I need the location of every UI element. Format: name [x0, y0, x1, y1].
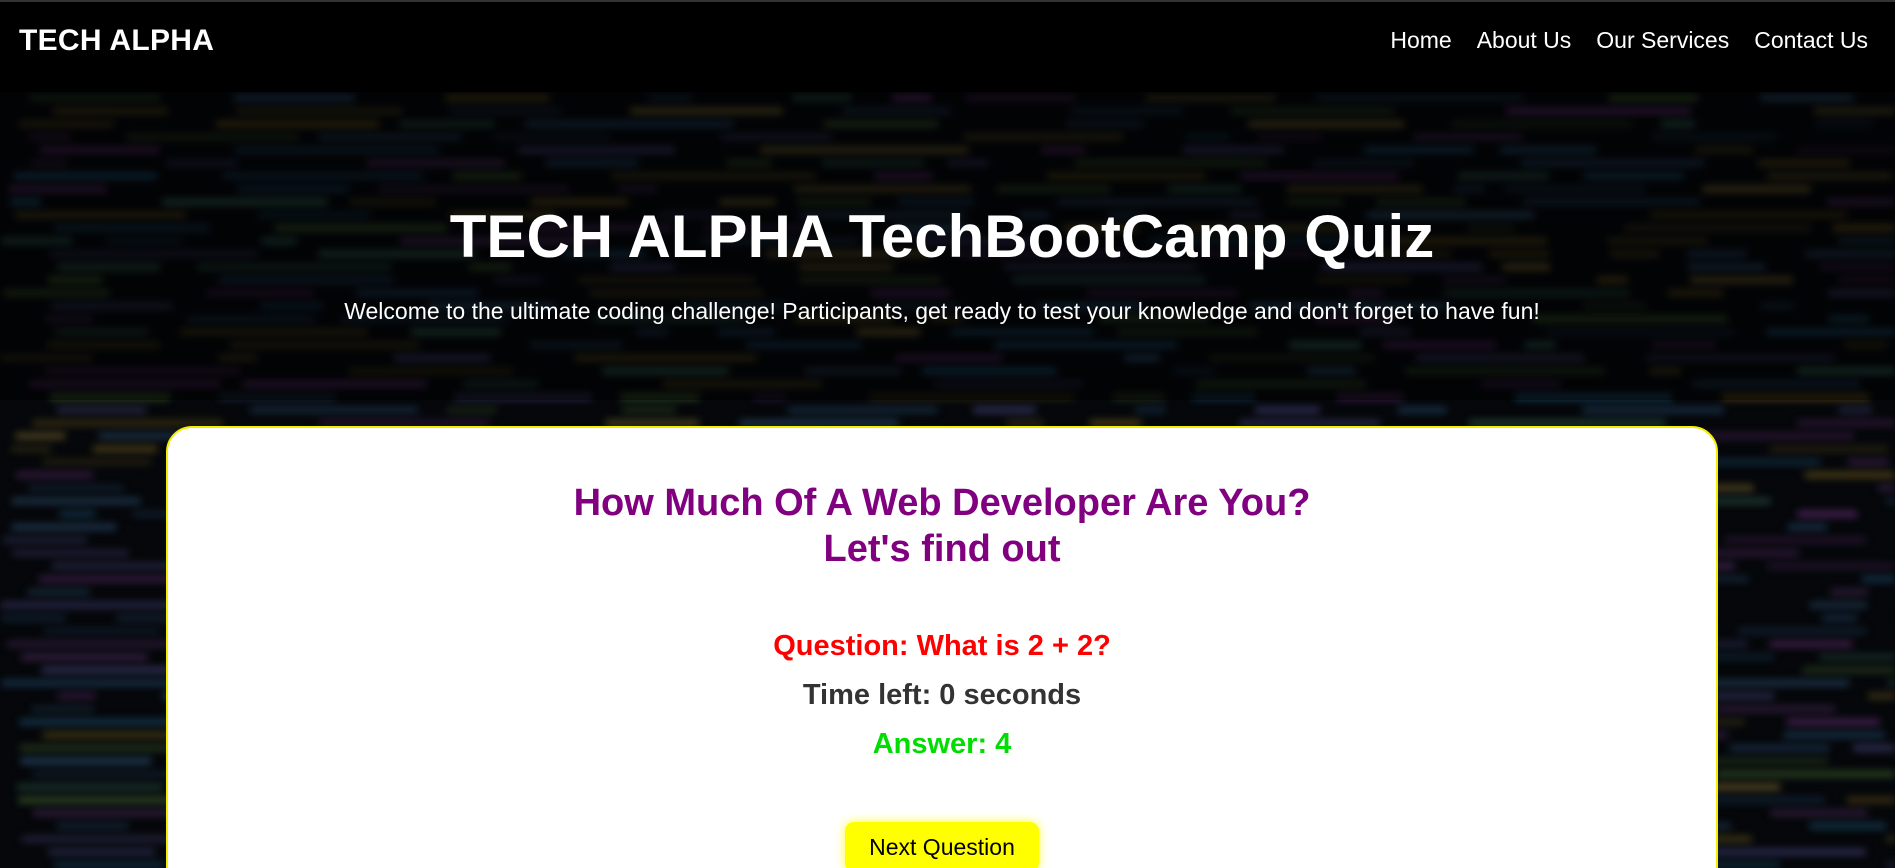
code-streak — [1397, 407, 1447, 413]
code-streak — [59, 511, 96, 517]
code-streak — [1767, 563, 1893, 569]
code-streak — [1839, 407, 1872, 413]
code-streak — [1582, 407, 1724, 413]
code-streak — [15, 433, 66, 439]
question-text: Question: What is 2 + 2? — [773, 630, 1111, 662]
code-streak — [1877, 485, 1895, 491]
code-streak — [446, 407, 497, 413]
next-question-button[interactable]: Next Question — [845, 822, 1039, 868]
code-streak — [1830, 589, 1868, 595]
code-streak — [1822, 615, 1857, 621]
code-streak — [48, 849, 156, 855]
code-streak — [1853, 745, 1895, 751]
code-streak — [1724, 537, 1867, 543]
code-streak — [1862, 576, 1895, 582]
code-streak — [1703, 849, 1866, 855]
quiz-title-line-2: Let's find out — [823, 528, 1061, 570]
code-streak — [44, 628, 160, 634]
quiz-title-line-1: How Much Of A Web Developer Are You? — [573, 482, 1311, 524]
code-streak — [1868, 693, 1895, 699]
nav-links: Home About Us Our Services Contact Us — [1365, 27, 1868, 54]
code-streak — [16, 784, 164, 790]
code-streak — [1135, 407, 1166, 413]
code-streak — [1769, 641, 1853, 647]
code-streak — [1888, 680, 1895, 686]
code-streak — [1797, 511, 1858, 517]
nav-link-our-services[interactable]: Our Services — [1596, 27, 1729, 54]
code-streak — [1809, 823, 1887, 829]
code-streak — [1729, 745, 1830, 751]
code-streak — [622, 407, 676, 413]
code-streak — [1770, 810, 1868, 816]
code-streak — [57, 693, 96, 699]
nav-link-home[interactable]: Home — [1390, 27, 1451, 54]
code-streak — [27, 589, 91, 595]
page: TECH ALPHA Home About Us Our Services Co… — [0, 0, 1895, 868]
nav-link-about-us[interactable]: About Us — [1477, 27, 1572, 54]
code-streak — [53, 862, 165, 868]
code-streak — [1809, 602, 1867, 608]
code-streak — [1802, 667, 1895, 673]
code-streak — [1797, 420, 1895, 426]
code-streak — [1715, 706, 1836, 712]
hero-subtitle: Welcome to the ultimate coding challenge… — [344, 298, 1540, 324]
code-streak — [1804, 472, 1895, 478]
code-streak — [1885, 498, 1895, 504]
nav-link-contact-us[interactable]: Contact Us — [1754, 27, 1868, 54]
code-streak — [1788, 524, 1827, 530]
time-left-text: Time left: 0 seconds — [802, 679, 1082, 711]
answer-text: Answer: 4 — [872, 728, 1012, 760]
code-streak — [250, 407, 418, 413]
code-streak — [1786, 719, 1880, 725]
code-streak — [2, 537, 88, 543]
code-streak — [1886, 836, 1895, 842]
hero-title: TECH ALPHA TechBootCamp Quiz — [449, 203, 1435, 270]
code-streak — [1819, 654, 1895, 660]
code-streak — [42, 459, 152, 465]
code-streak — [1, 615, 66, 621]
quiz-card: How Much Of A Web Developer Are You? Let… — [166, 426, 1718, 868]
code-streak — [1783, 732, 1885, 738]
code-streak — [1255, 407, 1320, 413]
code-streak — [20, 758, 152, 764]
code-streak — [1737, 628, 1867, 634]
code-streak — [1769, 446, 1888, 452]
code-streak — [56, 823, 129, 829]
code-streak — [1886, 862, 1895, 868]
code-streak — [973, 407, 1036, 413]
code-streak — [11, 524, 116, 530]
code-streak — [0, 602, 176, 608]
brand-logo[interactable]: TECH ALPHA — [19, 24, 214, 58]
code-streak — [1716, 771, 1895, 777]
quiz-title: How Much Of A Web Developer Are You? Let… — [168, 480, 1716, 572]
code-streak — [11, 498, 141, 504]
code-streak — [21, 654, 148, 660]
code-streak — [1846, 797, 1895, 803]
code-streak — [28, 485, 124, 491]
code-streak — [56, 407, 147, 413]
code-streak — [31, 706, 94, 712]
navbar: TECH ALPHA Home About Us Our Services Co… — [0, 0, 1895, 92]
code-streak — [16, 472, 93, 478]
code-streak — [787, 407, 938, 413]
code-streak — [11, 446, 52, 452]
code-streak — [12, 550, 129, 556]
code-streak — [92, 446, 158, 452]
code-streak — [1848, 459, 1889, 465]
code-streak — [42, 667, 171, 673]
